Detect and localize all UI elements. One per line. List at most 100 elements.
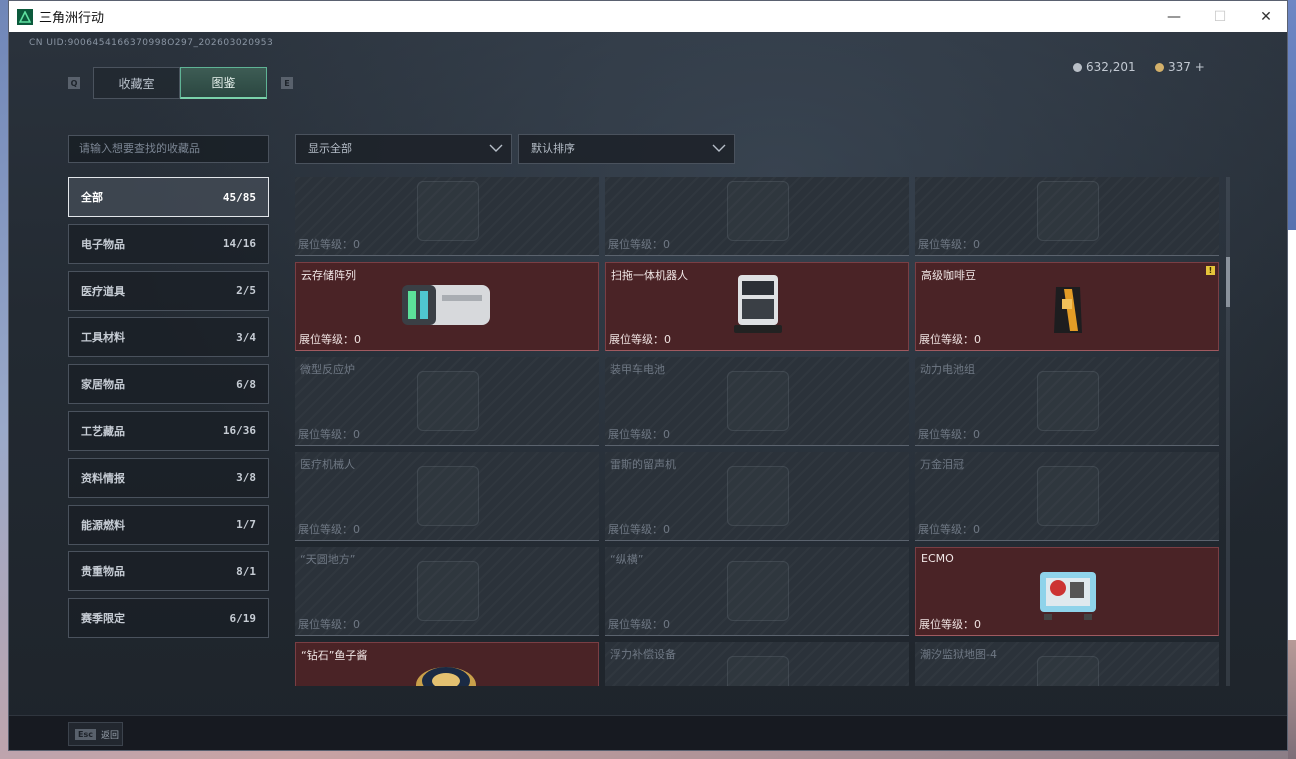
category-label: 贵重物品 (81, 565, 125, 579)
maximize-button[interactable]: ☐ (1197, 1, 1243, 32)
app-window: 三角洲行动 — ☐ ✕ CN UID:9006454166370998O297_… (8, 0, 1288, 751)
back-button[interactable]: Esc 返回 (68, 722, 123, 746)
collection-card[interactable]: “天圆地方” 展位等级：0 (295, 547, 599, 636)
card-level-value: 0 (353, 238, 360, 251)
card-name: “钻石”鱼子酱 (301, 649, 368, 662)
card-name: 扫拖一体机器人 (611, 269, 688, 282)
robot-item-image (728, 271, 788, 339)
card-level: 展位等级：0 (299, 331, 361, 347)
card-level-value: 0 (663, 428, 670, 441)
card-level-value: 0 (973, 523, 980, 536)
collection-card[interactable]: 高级咖啡豆 展位等级：0! (915, 262, 1219, 351)
category-crafts[interactable]: 工艺藏品 16/36 (68, 410, 269, 451)
category-valuables[interactable]: 贵重物品 8/1 (68, 551, 269, 592)
caviar-item-image (414, 659, 478, 686)
tab-collection-room[interactable]: 收藏室 (93, 67, 180, 99)
card-level-label: 展位等级： (918, 523, 973, 536)
collection-card[interactable]: 展位等级：0 (605, 177, 909, 256)
card-level-value: 0 (664, 333, 671, 346)
category-intel[interactable]: 资料情报 3/8 (68, 457, 269, 498)
grid-row: 云存储阵列 展位等级：0 扫拖一体机器人 展位等级：0 高级咖啡豆 展位等级：0! (295, 262, 1221, 351)
collection-card[interactable]: 云存储阵列展位等级：0 (295, 262, 599, 351)
category-electronics[interactable]: 电子物品 14/16 (68, 223, 269, 264)
esc-key-hint: Esc (75, 728, 96, 740)
collection-card[interactable]: 动力电池组 展位等级：0 (915, 357, 1219, 446)
grid-row: “钻石”鱼子酱展位等级：0浮力补偿设备展位等级：0潮汐监狱地图-4展位等级：0 (295, 642, 1221, 686)
user-uid: CN UID:9006454166370998O297_202603020953 (29, 38, 274, 48)
close-button[interactable]: ✕ (1243, 1, 1287, 32)
category-count: 3/8 (236, 471, 256, 485)
sort-dropdown[interactable]: 默认排序 (518, 134, 735, 164)
card-level-label: 展位等级： (918, 238, 973, 251)
collection-card[interactable]: 潮汐监狱地图-4展位等级：0 (915, 642, 1219, 686)
collection-card[interactable]: 微型反应炉展位等级：0 (295, 357, 599, 446)
category-label: 家居物品 (81, 378, 125, 392)
category-energy[interactable]: 能源燃料 1/7 (68, 504, 269, 545)
coffee-item-image (1048, 281, 1088, 341)
collection-card[interactable]: 装甲车电池 展位等级：0 (605, 357, 909, 446)
card-level: 展位等级：0 (298, 236, 360, 252)
search-input[interactable]: 请输入想要查找的收藏品 (68, 135, 269, 163)
card-level: 展位等级：0 (298, 426, 360, 442)
locked-item-silhouette (1037, 466, 1099, 526)
locked-item-silhouette (417, 561, 479, 621)
scroll-thumb[interactable] (1226, 257, 1230, 307)
category-tools[interactable]: 工具材料 3/4 (68, 317, 269, 358)
card-level-value: 0 (354, 333, 361, 346)
collection-card[interactable]: 医疗机械人 展位等级：0 (295, 452, 599, 541)
storage-item-image (396, 275, 496, 337)
locked-item-silhouette (727, 371, 789, 431)
card-level: 展位等级：0 (298, 521, 360, 537)
currency-silver: 632,201 (1073, 60, 1136, 74)
tab-right-key-hint: E (281, 77, 293, 89)
new-item-badge: ! (1206, 266, 1215, 275)
locked-item-silhouette (1037, 371, 1099, 431)
category-all[interactable]: 全部 45/85 (68, 177, 269, 217)
category-count: 8/1 (236, 564, 256, 578)
category-medical[interactable]: 医疗道具 2/5 (68, 270, 269, 311)
card-level: 展位等级：0 (918, 521, 980, 537)
category-count: 2/5 (236, 284, 256, 298)
locked-item-silhouette (727, 181, 789, 241)
card-level: 展位等级：0 (608, 616, 670, 632)
collection-card[interactable]: 展位等级：0 (915, 177, 1219, 256)
minimize-button[interactable]: — (1151, 1, 1197, 32)
locked-item-silhouette (727, 561, 789, 621)
locked-item-silhouette (417, 181, 479, 241)
card-name: 潮汐监狱地图-4 (920, 648, 997, 661)
window-title: 三角洲行动 (39, 11, 105, 26)
locked-item-silhouette (1037, 656, 1099, 686)
grid-scrollbar[interactable] (1226, 177, 1230, 686)
collection-card[interactable]: 扫拖一体机器人 展位等级：0 (605, 262, 909, 351)
collection-card[interactable]: “钻石”鱼子酱展位等级：0 (295, 642, 599, 686)
currency-silver-value: 632,201 (1086, 60, 1136, 74)
chevron-down-icon (489, 144, 503, 152)
card-name: 装甲车电池 (610, 363, 665, 376)
card-level-label: 展位等级： (299, 333, 354, 346)
collection-card[interactable]: 雷斯的留声机 展位等级：0 (605, 452, 909, 541)
card-level-value: 0 (973, 428, 980, 441)
tab-codex[interactable]: 图鉴 (180, 67, 267, 99)
collection-card[interactable]: 展位等级：0 (295, 177, 599, 256)
card-name: 云存储阵列 (301, 269, 356, 282)
collection-card[interactable]: “纵横” 展位等级：0 (605, 547, 909, 636)
card-level: 展位等级：0 (298, 616, 360, 632)
category-label: 工艺藏品 (81, 424, 125, 438)
card-level-label: 展位等级： (298, 238, 353, 251)
display-filter-dropdown[interactable]: 显示全部 (295, 134, 512, 164)
card-level-value: 0 (973, 238, 980, 251)
collection-card[interactable]: ECMO 展位等级：0 (915, 547, 1219, 636)
collection-card[interactable]: 万金泪冠 展位等级：0 (915, 452, 1219, 541)
card-level-label: 展位等级： (608, 523, 663, 536)
category-home[interactable]: 家居物品 6/8 (68, 364, 269, 405)
category-label: 资料情报 (81, 471, 125, 485)
card-level-value: 0 (974, 333, 981, 346)
currency-gold[interactable]: 337 + (1155, 60, 1205, 74)
collection-card[interactable]: 浮力补偿设备展位等级：0 (605, 642, 909, 686)
card-name: 动力电池组 (920, 363, 975, 376)
category-season[interactable]: 赛季限定 6/19 (68, 598, 269, 639)
grid-row: 医疗机械人 展位等级：0 雷斯的留声机 展位等级：0 万金泪冠 展位等级：0 (295, 452, 1221, 541)
card-name: 浮力补偿设备 (610, 648, 676, 661)
card-name: 微型反应炉 (300, 363, 355, 376)
card-level-label: 展位等级： (609, 333, 664, 346)
